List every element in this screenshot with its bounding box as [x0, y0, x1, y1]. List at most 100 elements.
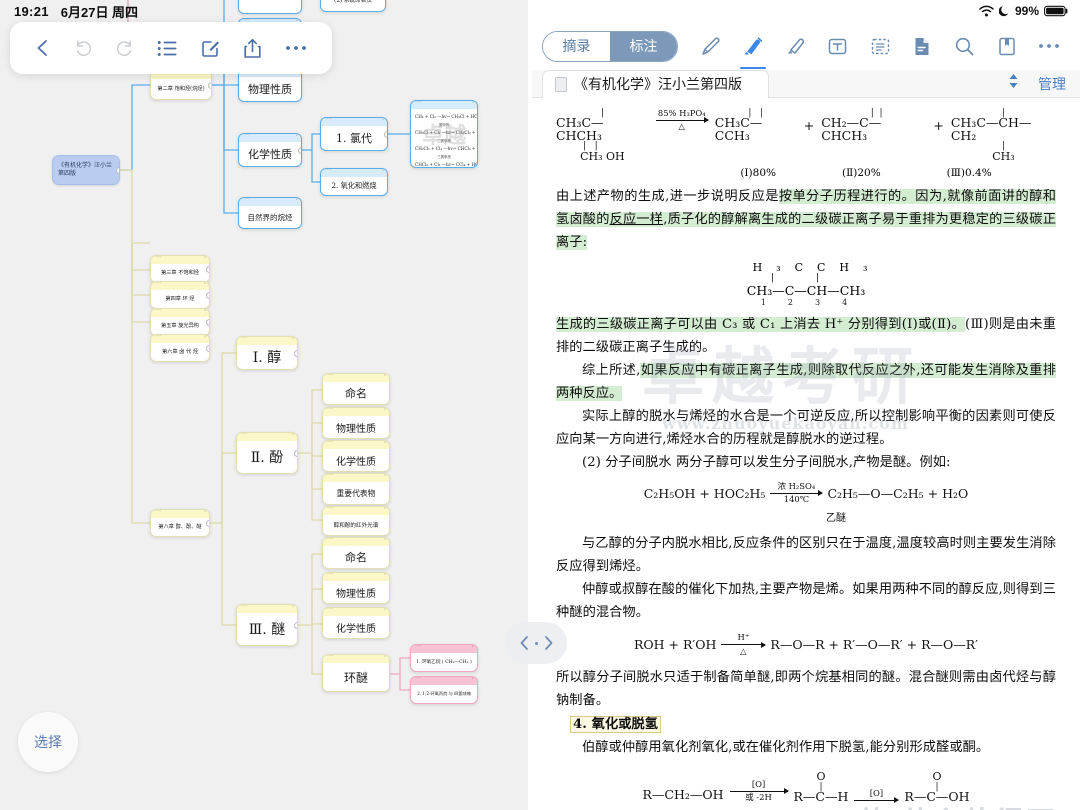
paragraph-4: 实际上醇的脱水与烯烃的水合是一个可逆反应,所以控制影响平衡的因素则可使反应向某一…: [556, 409, 1056, 447]
list-icon[interactable]: [157, 39, 178, 58]
eraser-icon[interactable]: [781, 29, 811, 63]
mindmap-node-phenol-naming[interactable]: 命名: [322, 373, 390, 405]
eq5-mid: O | R—C—H: [793, 769, 849, 804]
node-collapse-dot[interactable]: [294, 621, 297, 629]
ellipsis-icon[interactable]: [1034, 29, 1064, 63]
mindmap-node-section-alcohol[interactable]: Ⅰ. 醇: [236, 336, 298, 370]
mindmap-node-phenol-physical[interactable]: 物理性质: [322, 407, 390, 439]
node-collapse-dot[interactable]: [294, 349, 297, 357]
node-collapse-dot[interactable]: [298, 146, 301, 154]
mindmap-node-oxidation[interactable]: 2. 氧化和燃烧: [320, 168, 388, 196]
mindmap-canvas[interactable]: 《有机化学》汪小兰第四版 第二章 饱和烃(烷烃) (2) 系统命名法: [0, 0, 528, 810]
node-label: Ⅱ. 酚: [250, 450, 284, 466]
yield-row: (Ⅰ)80% (Ⅱ)20% (Ⅲ)0.4%: [556, 167, 1056, 179]
eq2-num-1: 1: [760, 298, 788, 307]
bookmark-icon[interactable]: [992, 29, 1022, 63]
eq4-cond-bottom: △: [740, 645, 747, 656]
mindmap-node-ether-physical[interactable]: 物理性质: [322, 572, 390, 604]
node-collapse-dot[interactable]: [206, 291, 209, 299]
equation-1: | CH₃C—CHCH₃ | | CH₃ OH 85% H₃PO₄ △ | | …: [556, 107, 1056, 162]
pen-icon[interactable]: [696, 29, 726, 63]
manage-button[interactable]: 管理: [1038, 74, 1066, 94]
mindmap-node-chapter8[interactable]: 第八章 醇、酚、醚: [150, 509, 210, 537]
undo-icon[interactable]: [74, 39, 93, 58]
mindmap-node-phenol-ir[interactable]: 醇和酚的红外光谱: [322, 506, 390, 536]
mindmap-node-chapter4[interactable]: 第四章 环 烃: [150, 281, 210, 309]
mindmap-node-chlorination[interactable]: 1. 氯代: [320, 117, 388, 151]
dashed-select-icon[interactable]: [865, 29, 895, 63]
eq1-prod1-text: CH₃C—CCH₃: [714, 115, 763, 143]
paragraph-2: 生成的三级碳正离子可以由 C₃ 或 C₁ 上消去 H⁺ 分别得到(Ⅰ)或(Ⅱ)。…: [556, 313, 1056, 359]
mindmap-node-ch2-nature[interactable]: 自然界的烷烃: [238, 197, 302, 229]
node-label: 第六章 卤 代 烃: [161, 348, 199, 355]
paragraph-7: 仲醇或叔醇在酸的催化下加热,主要产物是烯。如果用两种不同的醇反应,则得到三种醚的…: [556, 582, 1056, 621]
mindmap-node-chapter5[interactable]: 第五章 旋光异构: [150, 308, 210, 336]
sort-updown-icon[interactable]: [1007, 73, 1020, 94]
battery-icon: [1044, 5, 1068, 17]
node-label: 第二章 饱和烃(烷烃): [157, 85, 205, 92]
mindmap-toolbar[interactable]: [10, 22, 332, 74]
node-collapse-dot[interactable]: [294, 449, 297, 457]
mindmap-node-equation-image[interactable]: CH₄ + Cl₂ —hv→ CH₃Cl + HCl 氯甲烷 CH₃Cl + C…: [410, 100, 478, 168]
eq1-prod2: | | CH₂—C—CHCH₃: [821, 109, 926, 142]
mindmap-node-phenol-important[interactable]: 重要代表物: [322, 473, 390, 505]
mindmap-node-phenol-chemical[interactable]: 化学性质: [322, 440, 390, 472]
equation-image: CH₄ + Cl₂ —hv→ CH₃Cl + HCl 氯甲烷 CH₃Cl + C…: [411, 109, 477, 167]
eq5-right-text: R—C—OH: [904, 788, 970, 804]
node-label: 命名: [345, 387, 367, 400]
document-icon[interactable]: [907, 29, 937, 63]
node-collapse-dot[interactable]: [206, 318, 209, 326]
tab-excerpt[interactable]: 摘录: [543, 31, 610, 61]
moon-icon: [998, 6, 1009, 17]
node-header-bar: [321, 118, 387, 126]
paragraph-1: 由上述产物的生成,进一步说明反应是按单分子历程进行的。因为,就像前面讲的醇和氢卤…: [556, 185, 1057, 254]
highlighter-icon[interactable]: [738, 29, 768, 69]
node-collapse-dot[interactable]: [384, 130, 387, 138]
mindmap-node-chapter2[interactable]: 第二章 饱和烃(烷烃): [150, 70, 212, 100]
node-collapse-dot[interactable]: [206, 519, 209, 527]
ellipsis-icon[interactable]: [285, 44, 307, 52]
node-collapse-dot[interactable]: [206, 344, 209, 352]
equation-sub: 三氯甲烷: [437, 155, 451, 159]
node-collapse-dot[interactable]: [206, 265, 209, 273]
mindmap-node-section-ether[interactable]: Ⅲ. 醚: [236, 604, 298, 646]
mindmap-node-chapter3[interactable]: 第三章 不饱和烃: [150, 255, 210, 283]
mindmap-node-ch2-chemical[interactable]: 化学性质: [238, 133, 302, 167]
node-header-bar: [239, 198, 301, 206]
document-page[interactable]: 卓越考研 www.zhuoyuekaoyan.com | CH₃C—CHCH₃ …: [532, 98, 1080, 810]
mindmap-node-ether-naming[interactable]: 命名: [322, 537, 390, 569]
mindmap-node-epoxyethane[interactable]: 1. 环氧乙烷 ( CH₂—CH₂ ): [410, 644, 478, 672]
node-label: 第八章 醇、酚、醚: [158, 523, 202, 530]
node-collapse-dot[interactable]: [116, 166, 119, 174]
node-header-bar: [151, 335, 209, 343]
document-tab-title: 《有机化学》汪小兰第四版: [574, 76, 742, 92]
yield-2: (Ⅱ)20%: [842, 167, 881, 179]
search-icon[interactable]: [950, 29, 980, 63]
reader-toolbar[interactable]: 摘录 标注: [532, 22, 1080, 70]
mindmap-node-chapter6[interactable]: 第六章 卤 代 烃: [150, 334, 210, 362]
text-box-icon[interactable]: [823, 29, 853, 63]
mindmap-node-section-phenol[interactable]: Ⅱ. 酚: [236, 432, 298, 474]
select-button[interactable]: 选择: [18, 712, 78, 772]
mindmap-node-epoxypropane[interactable]: 2. 1,2-环氧丙烷 与 四氢呋喃: [410, 676, 478, 704]
node-label: 自然界的烷烃: [247, 212, 293, 222]
mindmap-node-cyclic-ether[interactable]: 环醚: [322, 654, 390, 692]
node-header-bar: [151, 510, 209, 518]
eq5-cond2-top: [O]: [869, 788, 884, 799]
status-date: 6月27日 周四: [60, 4, 139, 20]
tab-annotation[interactable]: 标注: [610, 31, 677, 61]
eq4-left: ROH + R′OH: [634, 637, 717, 653]
paragraph-3: 综上所述,如果反应中有碳正离子生成,则除取代反应之外,还可能发生消除及重排两种反…: [556, 359, 1056, 405]
equation-sub: 二氯甲烷: [437, 139, 451, 143]
mindmap-root-node[interactable]: 《有机化学》汪小兰第四版: [52, 155, 120, 185]
mode-segmented-control[interactable]: 摘录 标注: [542, 30, 678, 62]
node-collapse-dot[interactable]: [208, 81, 211, 89]
pane-drag-handle[interactable]: [505, 622, 567, 664]
edit-square-icon[interactable]: [201, 38, 221, 58]
share-upload-icon[interactable]: [243, 38, 262, 59]
redo-icon[interactable]: [115, 39, 134, 58]
back-button[interactable]: [35, 38, 51, 58]
document-tab[interactable]: 《有机化学》汪小兰第四版: [542, 69, 769, 98]
mindmap-pane: 19:21 6月27日 周四 《有机化学》汪小兰第四版 ••• ▫ 第二章 饱和…: [0, 0, 528, 810]
mindmap-node-ether-chemical[interactable]: 化学性质: [322, 607, 390, 639]
